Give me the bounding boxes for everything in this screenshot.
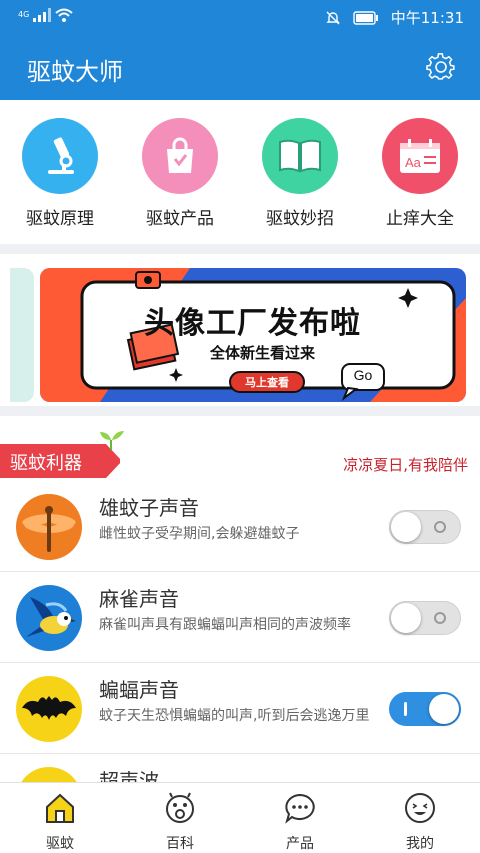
feature-grid: 驱蚊原理 驱蚊产品 驱蚊妙招 Aa 止痒大全 <box>0 100 480 244</box>
sound-title: 麻雀声音 <box>99 587 179 611</box>
bat-icon <box>16 676 82 742</box>
feature-label: 驱蚊妙招 <box>266 209 334 229</box>
book-icon <box>262 118 338 194</box>
banner-go-bubble: Go <box>353 367 373 383</box>
gear-icon[interactable] <box>426 52 456 82</box>
feature-label: 驱蚊产品 <box>146 209 214 229</box>
sound-title: 雄蚊子声音 <box>99 496 199 520</box>
sound-description: 蚊子天生恐惧蝙蝠的叫声,听到后会逃逸万里 <box>99 708 370 724</box>
toggle-knob <box>391 512 421 542</box>
signal-icon <box>33 8 52 22</box>
encyclopedia-icon <box>166 792 194 823</box>
tab-label: 百科 <box>166 836 194 852</box>
microscope-icon <box>22 118 98 194</box>
list-item[interactable]: 超声波 <box>0 755 480 782</box>
profile-face-icon <box>405 793 435 823</box>
toggle-knob <box>429 694 459 724</box>
toggle-off-mark <box>434 612 446 624</box>
sound-title: 超声波 <box>99 769 159 782</box>
toggle-off-mark <box>434 521 446 533</box>
list-item[interactable]: 麻雀声音 麻雀叫声具有跟蝙蝠叫声相同的声波频率 <box>0 573 480 663</box>
banner-view-button[interactable]: 马上查看 <box>230 374 304 390</box>
tab-label: 我的 <box>406 836 434 852</box>
mute-bell-icon <box>326 11 340 24</box>
bird-icon <box>16 585 82 651</box>
tab-profile[interactable]: 我的 <box>360 791 480 853</box>
section-tag-label: 驱蚊利器 <box>10 453 82 474</box>
ultrasound-icon <box>16 767 82 782</box>
sound-toggle[interactable] <box>389 601 461 635</box>
feature-label: 驱蚊原理 <box>26 209 94 229</box>
toggle-knob <box>391 603 421 633</box>
sound-toggle[interactable] <box>389 510 461 544</box>
home-icon <box>46 793 74 823</box>
dragonfly-icon <box>16 494 82 560</box>
sound-toggle[interactable] <box>389 692 461 726</box>
bottom-tab-bar: 驱蚊 百科 产品 我的 <box>0 782 480 853</box>
feature-products[interactable]: 驱蚊产品 <box>125 118 235 229</box>
status-bar: 4G 中午11:31 <box>0 0 480 34</box>
banner-headline: 头像工厂发布啦 <box>144 306 361 341</box>
svg-text:Aa: Aa <box>405 155 422 170</box>
feature-itch-relief[interactable]: Aa 止痒大全 <box>365 118 475 229</box>
list-item[interactable]: 蝙蝠声音 蚊子天生恐惧蝙蝠的叫声,听到后会逃逸万里 <box>0 664 480 754</box>
feature-tips[interactable]: 驱蚊妙招 <box>245 118 355 229</box>
tab-home[interactable]: 驱蚊 <box>0 791 120 853</box>
feature-label: 止痒大全 <box>386 209 454 229</box>
banner-slide[interactable]: 头像工厂发布啦 全体新生看过来 马上查看 Go <box>40 268 466 402</box>
list-item[interactable]: 雄蚊子声音 雌性蚊子受孕期间,会躲避雄蚊子 <box>0 482 480 572</box>
tab-encyclopedia[interactable]: 百科 <box>120 791 240 853</box>
feature-principle[interactable]: 驱蚊原理 <box>5 118 115 229</box>
toggle-on-mark <box>404 702 407 716</box>
banner-previous-slide[interactable] <box>10 268 34 402</box>
tab-label: 产品 <box>286 836 314 852</box>
tab-label: 驱蚊 <box>46 836 74 852</box>
sound-description: 雌性蚊子受孕期间,会躲避雄蚊子 <box>99 526 300 542</box>
sound-list-panel: 驱蚊利器 凉凉夏日,有我陪伴 雄蚊子声音 雌性蚊子受孕期间,会躲避雄蚊子 麻雀声… <box>0 416 480 782</box>
banner-subline: 全体新生看过来 <box>210 344 316 362</box>
shopping-bag-icon <box>142 118 218 194</box>
chat-icon <box>285 793 315 824</box>
tab-products[interactable]: 产品 <box>240 791 360 853</box>
section-slogan: 凉凉夏日,有我陪伴 <box>343 456 468 474</box>
card-icon: Aa <box>382 118 458 194</box>
network-type: 4G <box>18 10 30 19</box>
clock: 中午11:31 <box>390 9 464 27</box>
sound-title: 蝙蝠声音 <box>99 678 179 702</box>
sound-description: 麻雀叫声具有跟蝙蝠叫声相同的声波频率 <box>99 617 351 633</box>
banner-carousel[interactable]: 头像工厂发布啦 全体新生看过来 马上查看 Go <box>0 254 480 406</box>
page-title: 驱蚊大师 <box>27 58 123 86</box>
sprout-icon <box>100 431 124 450</box>
wifi-icon <box>55 8 73 22</box>
battery-icon <box>353 10 378 25</box>
app-bar: 4G 中午11:31 驱蚊大师 <box>0 0 480 100</box>
